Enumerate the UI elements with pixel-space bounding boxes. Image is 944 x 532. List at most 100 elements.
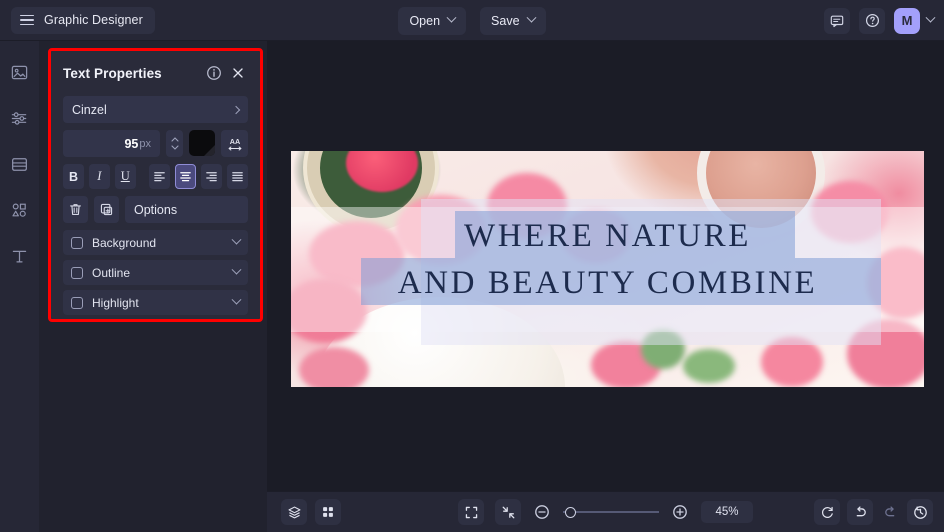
undo-button[interactable] [847,499,873,525]
letter-spacing-icon: AA [226,135,244,153]
align-right-button[interactable] [201,164,222,189]
canvas-text-line1[interactable]: WHERE NATURE [291,214,924,258]
align-justify-button[interactable] [227,164,248,189]
text-properties-panel-highlight: Text Properties Cinzel 95 px [48,48,263,322]
align-center-icon [178,169,193,184]
avatar[interactable]: M [894,8,920,34]
chevron-down-icon [526,13,536,23]
undo-icon [853,505,868,520]
trash-icon [68,202,83,217]
page-title: Text Properties [63,66,200,81]
align-left-button[interactable] [149,164,170,189]
font-family-select[interactable]: Cinzel [63,96,248,123]
close-button[interactable] [228,63,248,83]
workspace[interactable]: WHERE NATURE AND BEAUTY COMBINE [267,41,944,491]
history-button[interactable] [907,499,933,525]
zoom-level-value[interactable]: 45% [701,501,753,523]
underline-button[interactable]: U [115,164,136,189]
save-label: Save [491,14,520,28]
panel-header: Text Properties [63,61,248,85]
zoom-slider-handle[interactable] [565,507,576,518]
layout-icon [10,155,29,174]
accordion-label: Highlight [92,296,233,310]
text-style-row: B I U [63,164,248,189]
fit-screen-button[interactable] [458,499,484,525]
app-title: Graphic Designer [44,13,143,27]
sidebar-item-shapes[interactable] [8,198,32,222]
font-size-input[interactable]: 95 px [63,130,160,157]
chevron-down-icon [232,295,242,305]
info-button[interactable] [204,63,224,83]
italic-label: I [97,169,101,184]
underline-label: U [121,169,130,184]
options-row: Options [63,196,248,223]
chevron-up-icon [171,137,179,142]
canvas-photo: WHERE NATURE AND BEAUTY COMBINE [291,151,924,387]
chevron-down-icon [232,235,242,245]
sidebar-item-image[interactable] [8,60,32,84]
accordion-highlight[interactable]: Highlight [63,290,248,315]
adjustments-icon [10,109,29,128]
redo-button[interactable] [880,502,900,522]
shrink-icon [501,505,516,520]
text-color-swatch[interactable] [189,130,215,156]
refresh-icon [820,505,835,520]
accordion-label: Background [92,236,233,250]
shrink-button[interactable] [495,499,521,525]
save-button[interactable]: Save [480,7,546,35]
redo-icon [883,505,898,520]
help-icon [865,13,880,28]
zoom-slider[interactable] [563,505,659,519]
grid-icon [321,505,335,519]
bold-button[interactable]: B [63,164,84,189]
app-root: Graphic Designer Open Save [0,0,944,532]
zoom-in-button[interactable] [670,502,690,522]
italic-button[interactable]: I [89,164,110,189]
zoom-out-icon [534,504,550,520]
align-left-icon [152,169,167,184]
letter-spacing-button[interactable]: AA [221,130,248,157]
font-size-unit: px [139,138,151,150]
zoom-out-button[interactable] [532,502,552,522]
font-size-row: 95 px AA [63,130,248,157]
accordion-background[interactable]: Background [63,230,248,255]
zoom-in-icon [672,504,688,520]
reset-button[interactable] [814,499,840,525]
align-justify-icon [230,169,245,184]
design-canvas[interactable]: WHERE NATURE AND BEAUTY COMBINE [291,151,924,387]
chevron-right-icon [232,105,240,113]
sidebar-item-adjustments[interactable] [8,106,32,130]
brand-menu-button[interactable]: Graphic Designer [11,7,155,34]
sidebar-item-text[interactable] [8,244,32,268]
text-icon [10,247,29,266]
background-checkbox[interactable] [71,237,83,249]
accordion-outline[interactable]: Outline [63,260,248,285]
accordion-label: Outline [92,266,233,280]
outline-checkbox[interactable] [71,267,83,279]
hamburger-icon[interactable] [20,15,34,26]
comment-icon [830,14,844,28]
chevron-down-icon[interactable] [926,13,936,23]
open-button[interactable]: Open [398,7,466,35]
align-center-button[interactable] [175,164,196,189]
help-button[interactable] [859,8,885,34]
highlight-checkbox[interactable] [71,297,83,309]
shapes-icon [10,201,29,220]
font-size-stepper[interactable] [166,130,183,157]
layers-button[interactable] [281,499,307,525]
comment-button[interactable] [824,8,850,34]
duplicate-button[interactable] [94,196,119,223]
canvas-text-line2[interactable]: AND BEAUTY COMBINE [291,261,924,305]
photo-leaf [683,349,735,383]
fit-screen-icon [464,505,479,520]
grid-button[interactable] [315,499,341,525]
sidebar-item-layout[interactable] [8,152,32,176]
header-right-actions: M [824,0,934,41]
options-button[interactable]: Options [125,196,248,223]
font-size-value: 95 [124,137,138,151]
history-controls [814,499,933,525]
delete-button[interactable] [63,196,88,223]
text-properties-panel: Text Properties Cinzel 95 px [51,51,260,319]
chevron-down-icon [171,145,179,150]
history-icon [913,505,928,520]
